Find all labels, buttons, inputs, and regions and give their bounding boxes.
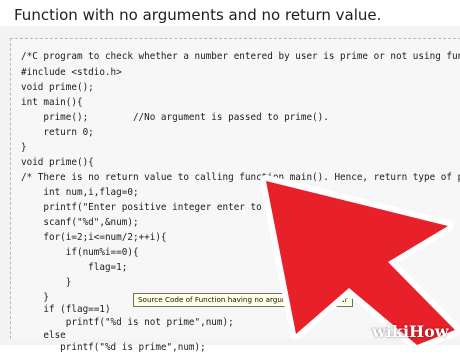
watermark-how: How [409, 322, 449, 341]
wikihow-watermark: wikiHow [372, 322, 449, 341]
cursor-arrow-icon [260, 175, 460, 345]
watermark-wiki: wiki [372, 322, 410, 341]
